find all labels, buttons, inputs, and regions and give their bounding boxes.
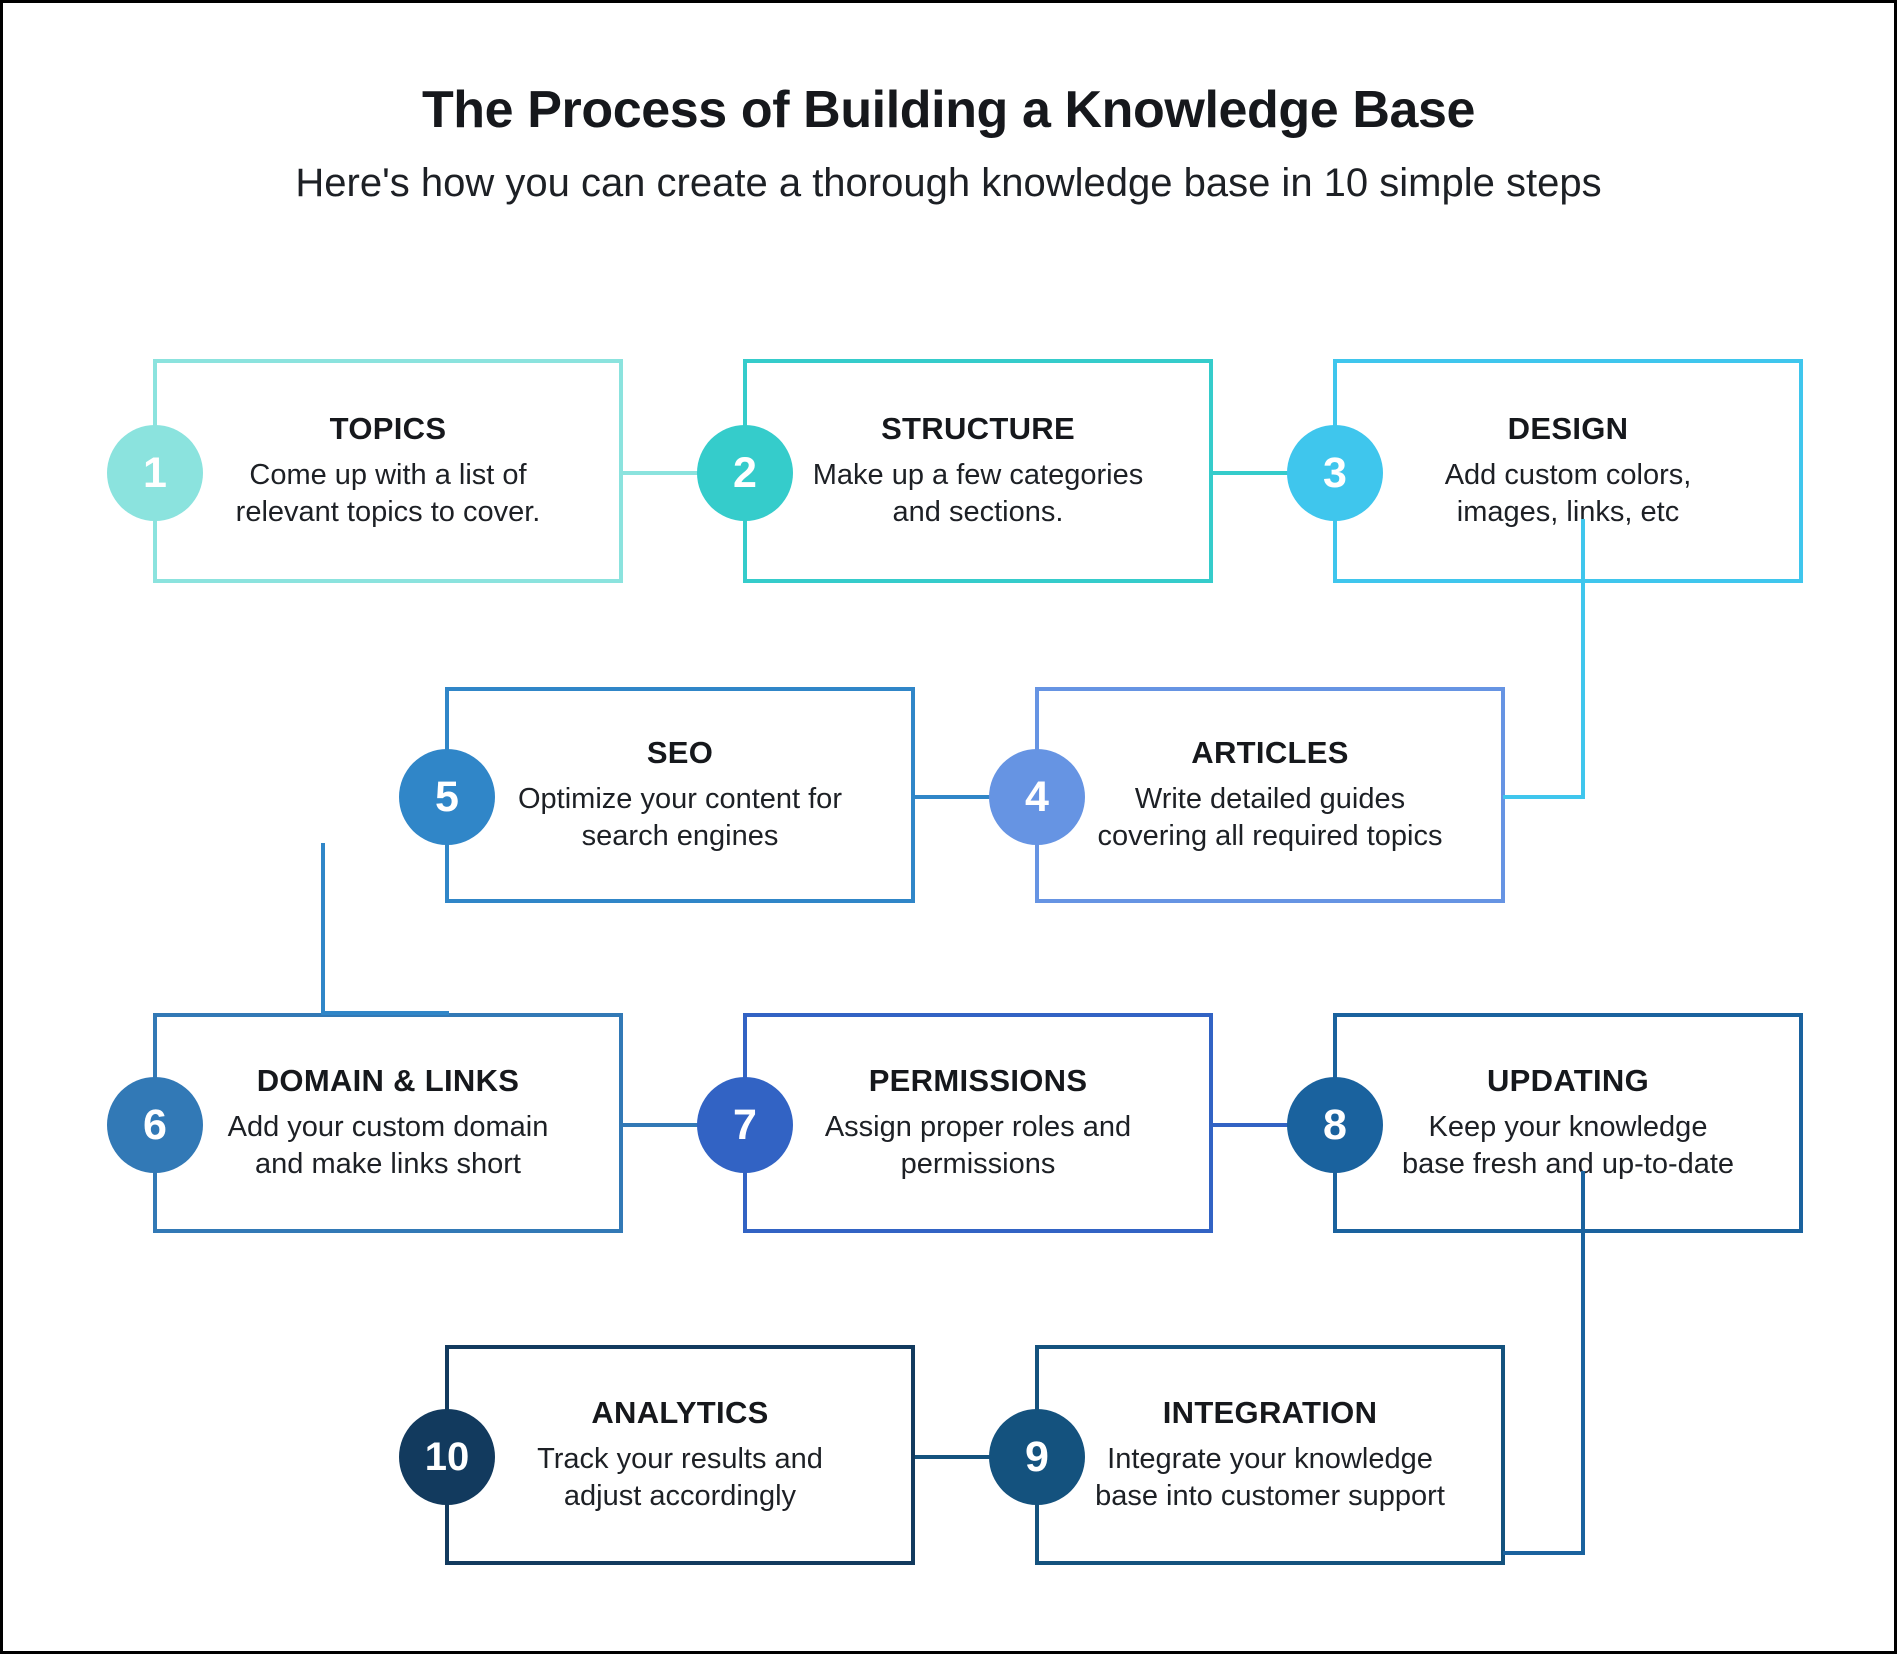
step-desc-design-line2: images, links, etc: [1456, 496, 1680, 529]
step-desc-updating-line1: Keep your knowledge: [1428, 1110, 1708, 1143]
connector-2-to-3: [1213, 471, 1297, 475]
step-number-label-1: 1: [143, 448, 167, 497]
step-desc-integration-line1: Integrate your knowledge: [1107, 1442, 1433, 1475]
step-number-circle-1[interactable]: 1: [107, 425, 203, 521]
step-desc-permissions-line2: permissions: [900, 1148, 1056, 1181]
step-number-circle-5[interactable]: 5: [399, 749, 495, 845]
connector-8-to-9-horizontal: [1503, 1551, 1585, 1555]
step-desc-analytics-line2: adjust accordingly: [563, 1480, 797, 1513]
connector-8-down-vertical: [1581, 1171, 1585, 1555]
connector-3-to-4-horizontal: [1503, 795, 1585, 799]
connector-7-to-8: [1213, 1123, 1297, 1127]
step-content-design: DESIGN Add custom colors, images, links,…: [1337, 363, 1799, 579]
step-box-domain-links[interactable]: DOMAIN & LINKS Add your custom domain an…: [153, 1013, 623, 1233]
step-title-domain-links: DOMAIN & LINKS: [256, 1062, 520, 1098]
connector-1-to-2: [623, 471, 707, 475]
connector-3-down-vertical: [1581, 519, 1585, 799]
connector-6-to-7: [623, 1123, 707, 1127]
step-number-circle-2[interactable]: 2: [697, 425, 793, 521]
step-box-seo[interactable]: SEO Optimize your content for search eng…: [445, 687, 915, 903]
step-box-topics[interactable]: TOPICS Come up with a list of relevant t…: [153, 359, 623, 583]
step-content-analytics: ANALYTICS Track your results and adjust …: [449, 1349, 911, 1561]
infographic-header: The Process of Building a Knowledge Base…: [3, 81, 1894, 207]
step-number-circle-10[interactable]: 10: [399, 1409, 495, 1505]
step-desc-topics-line1: Come up with a list of: [249, 458, 527, 491]
step-number-label-4: 4: [1025, 772, 1049, 821]
step-desc-structure-line2: and sections.: [892, 496, 1064, 529]
step-desc-topics-line2: relevant topics to cover.: [235, 496, 541, 529]
step-box-permissions[interactable]: PERMISSIONS Assign proper roles and perm…: [743, 1013, 1213, 1233]
step-box-design[interactable]: DESIGN Add custom colors, images, links,…: [1333, 359, 1803, 583]
step-number-circle-7[interactable]: 7: [697, 1077, 793, 1173]
step-number-label-5: 5: [435, 772, 459, 821]
step-box-structure[interactable]: STRUCTURE Make up a few categories and s…: [743, 359, 1213, 583]
step-desc-articles-line2: covering all required topics: [1097, 820, 1443, 853]
connector-5-down-vertical: [321, 843, 325, 1015]
step-number-label-7: 7: [733, 1100, 757, 1149]
page-title: The Process of Building a Knowledge Base: [421, 81, 1476, 139]
step-desc-integration-line2: base into customer support: [1095, 1480, 1445, 1513]
step-title-integration: INTEGRATION: [1162, 1394, 1378, 1430]
step-box-articles[interactable]: ARTICLES Write detailed guides covering …: [1035, 687, 1505, 903]
step-title-topics: TOPICS: [329, 410, 447, 446]
step-title-articles: ARTICLES: [1191, 734, 1349, 770]
step-content-articles: ARTICLES Write detailed guides covering …: [1039, 691, 1501, 899]
step-content-permissions: PERMISSIONS Assign proper roles and perm…: [747, 1017, 1209, 1229]
connector-5-to-6-horizontal: [321, 1011, 449, 1015]
step-title-structure: STRUCTURE: [881, 410, 1075, 446]
step-desc-domain-links-line1: Add your custom domain: [227, 1110, 549, 1143]
step-number-label-6: 6: [143, 1100, 167, 1149]
step-desc-structure-line1: Make up a few categories: [812, 458, 1144, 491]
step-desc-updating-line2: base fresh and up-to-date: [1401, 1148, 1735, 1181]
step-title-design: DESIGN: [1507, 410, 1629, 446]
step-box-updating[interactable]: UPDATING Keep your knowledge base fresh …: [1333, 1013, 1803, 1233]
step-number-circle-6[interactable]: 6: [107, 1077, 203, 1173]
step-box-integration[interactable]: INTEGRATION Integrate your knowledge bas…: [1035, 1345, 1505, 1565]
step-desc-analytics-line1: Track your results and: [537, 1442, 823, 1475]
step-number-circle-3[interactable]: 3: [1287, 425, 1383, 521]
step-content-topics: TOPICS Come up with a list of relevant t…: [157, 363, 619, 579]
step-desc-permissions-line1: Assign proper roles and: [824, 1110, 1132, 1143]
step-box-analytics[interactable]: ANALYTICS Track your results and adjust …: [445, 1345, 915, 1565]
infographic-canvas: The Process of Building a Knowledge Base…: [0, 0, 1897, 1654]
step-content-updating: UPDATING Keep your knowledge base fresh …: [1337, 1017, 1799, 1229]
step-title-seo: SEO: [646, 734, 714, 770]
step-desc-seo-line1: Optimize your content for: [518, 782, 842, 815]
step-number-label-9: 9: [1025, 1432, 1049, 1481]
step-number-label-10: 10: [424, 1434, 470, 1479]
step-number-label-3: 3: [1323, 448, 1347, 497]
step-title-updating: UPDATING: [1487, 1062, 1649, 1098]
step-content-domain-links: DOMAIN & LINKS Add your custom domain an…: [157, 1017, 619, 1229]
step-desc-domain-links-line2: and make links short: [255, 1148, 521, 1181]
step-content-seo: SEO Optimize your content for search eng…: [449, 691, 911, 899]
step-desc-design-line1: Add custom colors,: [1444, 458, 1692, 491]
step-content-structure: STRUCTURE Make up a few categories and s…: [747, 363, 1209, 579]
step-desc-articles-line1: Write detailed guides: [1134, 782, 1406, 815]
page-subtitle: Here's how you can create a thorough kno…: [295, 160, 1602, 205]
step-number-circle-4[interactable]: 4: [989, 749, 1085, 845]
step-title-permissions: PERMISSIONS: [868, 1062, 1088, 1098]
step-number-label-8: 8: [1323, 1100, 1347, 1149]
step-desc-seo-line2: search engines: [581, 820, 779, 853]
step-content-integration: INTEGRATION Integrate your knowledge bas…: [1039, 1349, 1501, 1561]
step-number-circle-8[interactable]: 8: [1287, 1077, 1383, 1173]
step-title-analytics: ANALYTICS: [591, 1394, 769, 1430]
step-number-circle-9[interactable]: 9: [989, 1409, 1085, 1505]
step-number-label-2: 2: [733, 448, 757, 497]
